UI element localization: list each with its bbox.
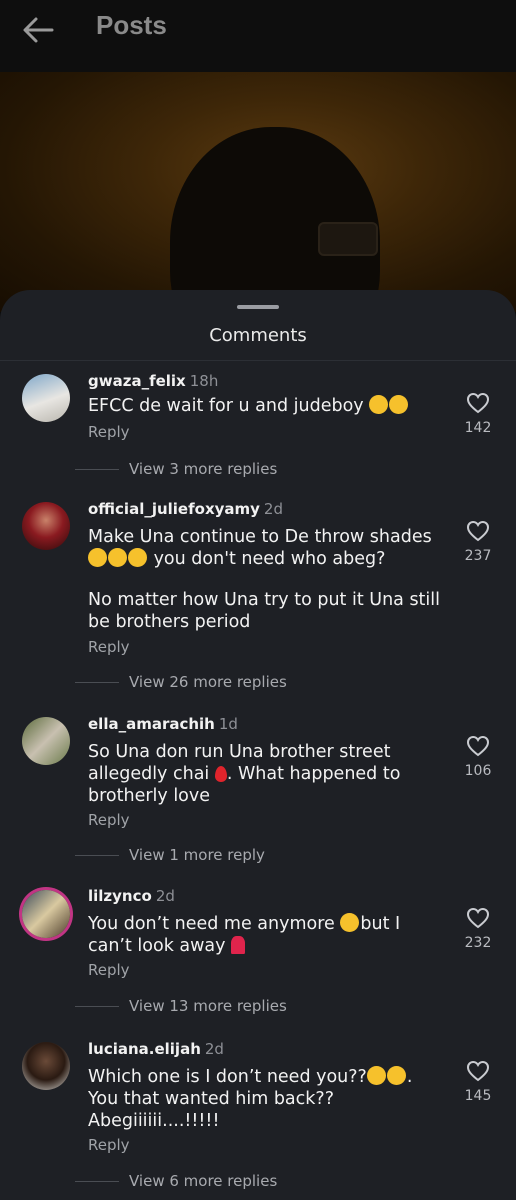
comment-time: 2d <box>155 887 175 905</box>
comment-username[interactable]: lilzynco 2d <box>88 887 175 905</box>
eye-roll-emoji-icon <box>366 1066 386 1085</box>
comment-text: Make Una continue to De throw shades you… <box>88 527 432 569</box>
top-bar: Posts <box>0 0 516 72</box>
eye-roll-emoji-icon <box>386 1066 406 1085</box>
heart-icon[interactable] <box>466 907 490 929</box>
replies-line <box>75 1181 119 1182</box>
comments-sheet: Comments gwaza_felix 18h EFCC de wait for… <box>0 290 516 1200</box>
joy-emoji-icon <box>389 395 409 414</box>
reply-button[interactable]: Reply <box>88 423 130 441</box>
like-count: 142 <box>464 420 492 436</box>
comment-text-paragraph: No matter how Una try to put it Una stil… <box>88 590 441 632</box>
comment-username[interactable]: luciana.elijah 2d <box>88 1040 224 1058</box>
reply-button[interactable]: Reply <box>88 638 130 656</box>
heart-icon[interactable] <box>466 1060 490 1082</box>
joy-emoji-icon <box>108 548 127 567</box>
comment-text: So Una don run Una brother street allege… <box>88 742 401 806</box>
view-more-replies[interactable]: View 6 more replies <box>75 1172 277 1190</box>
comment-time: 18h <box>189 372 219 390</box>
comment-username[interactable]: official_juliefoxyamy 2d <box>88 500 283 518</box>
joy-emoji-icon <box>88 548 107 567</box>
avatar-with-story-ring[interactable] <box>22 890 70 938</box>
comment-text: EFCC de wait for u and judeboy <box>88 395 433 417</box>
like-group: 237 <box>458 520 498 564</box>
heart-icon[interactable] <box>466 392 490 414</box>
dancer-emoji-icon <box>231 936 246 954</box>
comment-text: Which one is I don’t need you??. You tha… <box>88 1066 413 1131</box>
replies-line <box>75 682 119 683</box>
rofl-emoji-icon <box>369 395 389 414</box>
like-count: 237 <box>464 548 492 564</box>
like-group: 142 <box>458 392 498 436</box>
comment-time: 1d <box>218 715 238 733</box>
replies-line <box>75 1006 119 1007</box>
comment-time: 2d <box>263 500 283 518</box>
view-more-replies[interactable]: View 3 more replies <box>75 460 277 478</box>
view-more-replies[interactable]: View 1 more reply <box>75 846 265 864</box>
avatar[interactable] <box>22 374 70 422</box>
reply-button[interactable]: Reply <box>88 961 130 979</box>
avatar[interactable] <box>22 717 70 765</box>
reply-button[interactable]: Reply <box>88 811 130 829</box>
crying-emoji-icon <box>340 913 360 932</box>
replies-line <box>75 469 119 470</box>
person-silhouette <box>170 127 380 312</box>
heart-icon[interactable] <box>466 735 490 757</box>
post-image[interactable] <box>0 72 516 312</box>
drag-handle[interactable] <box>237 305 279 309</box>
comment-text: You don’t need me anymore but I can’t lo… <box>88 913 401 956</box>
like-count: 232 <box>464 935 492 951</box>
comment-username[interactable]: ella_amarachih 1d <box>88 715 238 733</box>
comment-time: 2d <box>204 1040 224 1058</box>
like-count: 145 <box>464 1088 492 1104</box>
comment-username[interactable]: gwaza_felix 18h <box>88 372 218 390</box>
page-title: Posts <box>96 10 167 40</box>
like-group: 145 <box>458 1060 498 1104</box>
replies-line <box>75 855 119 856</box>
heart-icon[interactable] <box>466 520 490 542</box>
avatar[interactable] <box>22 502 70 550</box>
joy-emoji-icon <box>128 548 147 567</box>
divider <box>0 360 516 361</box>
back-arrow-icon[interactable] <box>18 12 58 48</box>
reply-button[interactable]: Reply <box>88 1136 130 1154</box>
blood-drop-icon <box>214 766 227 782</box>
like-count: 106 <box>464 763 492 779</box>
comments-title: Comments <box>209 325 307 346</box>
view-more-replies[interactable]: View 26 more replies <box>75 673 287 691</box>
like-group: 106 <box>458 735 498 779</box>
view-more-replies[interactable]: View 13 more replies <box>75 997 287 1015</box>
sunglasses <box>318 222 378 256</box>
like-group: 232 <box>458 907 498 951</box>
avatar[interactable] <box>22 1042 70 1090</box>
